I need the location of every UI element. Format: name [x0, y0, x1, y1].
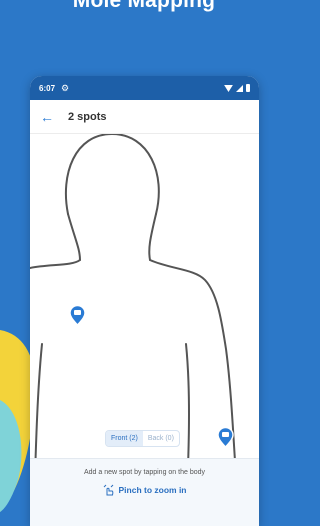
- neck-outline: [67, 213, 81, 261]
- front-tab[interactable]: Front (2): [106, 431, 143, 446]
- app-bar: ← 2 spots: [30, 100, 259, 134]
- gear-icon: ⚙: [61, 82, 70, 93]
- mole-pin-icon[interactable]: [69, 305, 86, 326]
- status-time: 6:07: [39, 83, 56, 93]
- pinch-hint: Pinch to zoom in: [30, 484, 259, 496]
- wifi-icon: [224, 84, 233, 92]
- bottom-panel: Add a new spot by tapping on the body Pi…: [30, 458, 259, 526]
- arrow-left-icon[interactable]: ←: [40, 109, 64, 125]
- phone-screen: 6:07 ⚙ ← 2 spots Front (2) Back (0) Add …: [30, 76, 259, 526]
- mole-pin-icon[interactable]: [217, 427, 234, 448]
- signal-icon: [236, 84, 243, 92]
- status-bar: 6:07 ⚙: [30, 76, 259, 100]
- body-map[interactable]: [30, 134, 259, 514]
- view-toggle: Front (2) Back (0): [105, 430, 180, 447]
- battery-icon: [246, 84, 250, 92]
- back-tab[interactable]: Back (0): [143, 431, 179, 446]
- neck-outline: [148, 213, 157, 261]
- torso-outline: [30, 259, 81, 269]
- page-title: 2 spots: [68, 110, 107, 123]
- headline: Mole Mapping: [72, 0, 216, 12]
- add-spot-hint: Add a new spot by tapping on the body: [83, 469, 206, 476]
- pinch-label: Pinch to zoom in: [118, 485, 187, 495]
- head-outline: [64, 134, 160, 215]
- pinch-gesture-icon: [103, 484, 113, 496]
